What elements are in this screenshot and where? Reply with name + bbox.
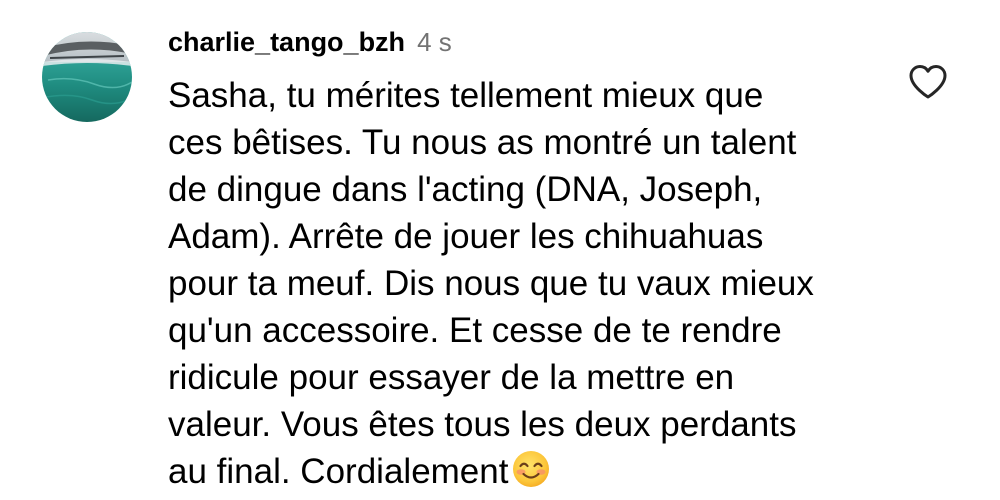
comment-text: Sasha, tu mérites tellement mieux que ce… [168, 72, 868, 495]
comment-text-content: Sasha, tu mérites tellement mieux que ce… [168, 76, 814, 491]
timestamp: 4 s [417, 26, 452, 57]
comment-item: charlie_tango_bzh 4 s Sasha, tu mérites … [0, 0, 1000, 491]
like-button[interactable] [905, 60, 951, 104]
username-link[interactable]: charlie_tango_bzh [168, 27, 405, 58]
comment-header: charlie_tango_bzh 4 s [168, 22, 452, 62]
smiling-face-emoji-icon [512, 450, 550, 488]
heart-outline-icon [909, 65, 947, 99]
avatar[interactable] [42, 32, 132, 122]
